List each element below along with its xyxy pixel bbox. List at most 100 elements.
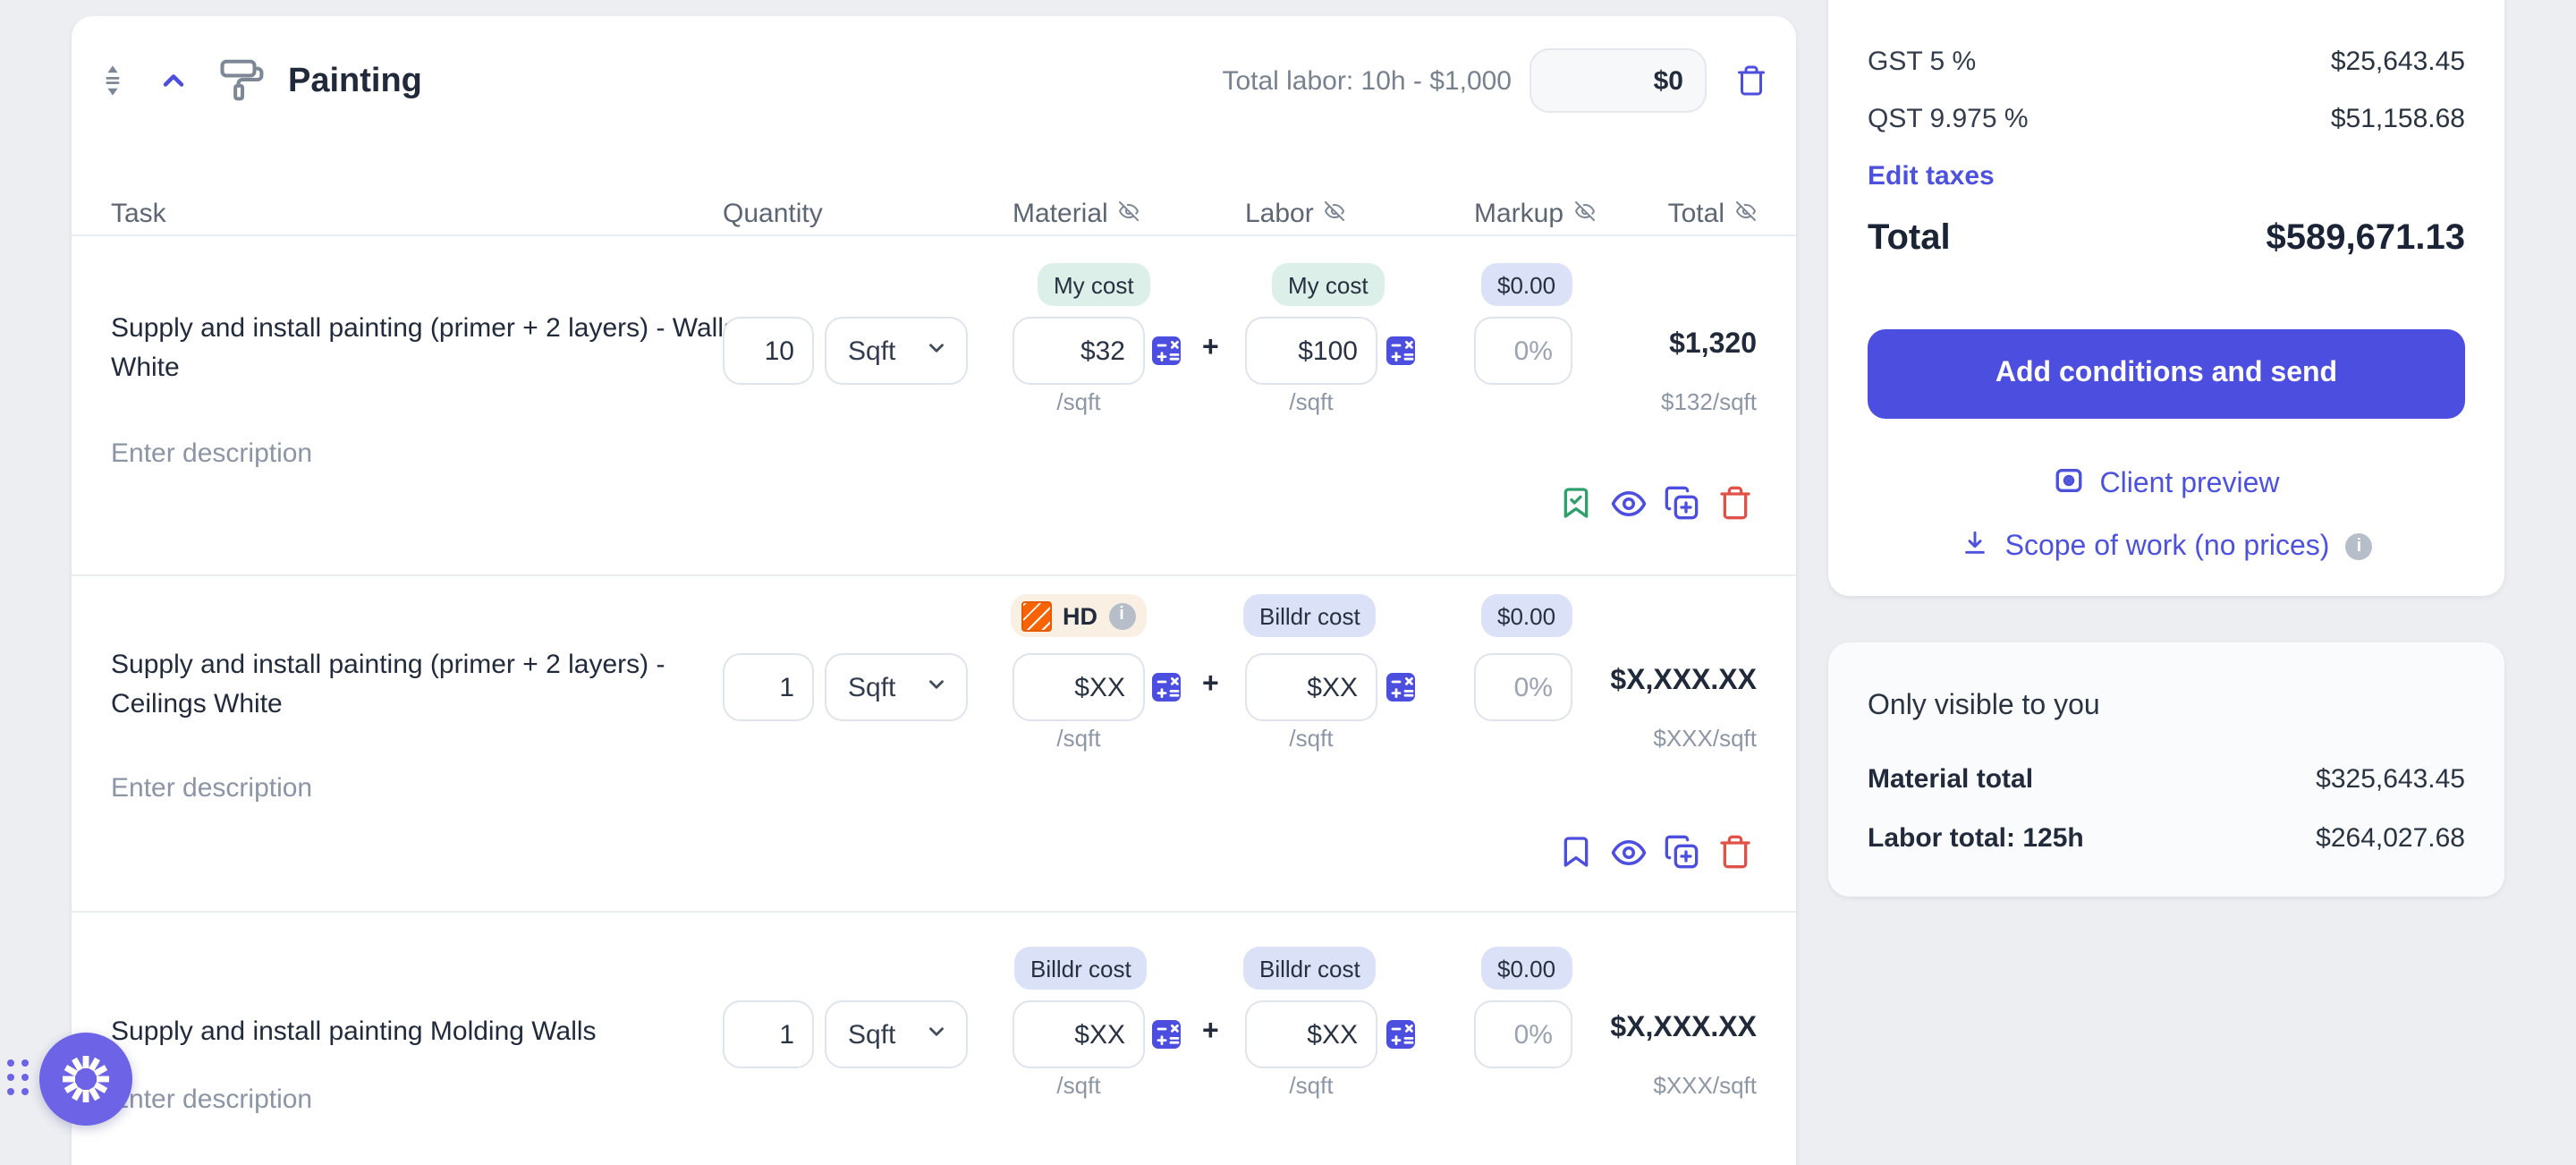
task-name[interactable]: Supply and install painting (primer + 2 … <box>111 310 741 388</box>
tax-row: GST 5 % $25,643.45 <box>1868 47 2465 77</box>
section-amount-input[interactable] <box>1530 48 1707 113</box>
calculator-icon[interactable] <box>1150 1018 1182 1050</box>
labor-source-badge[interactable]: My cost <box>1272 263 1385 306</box>
eye-off-icon[interactable] <box>1574 199 1596 229</box>
tax-value: $25,643.45 <box>2330 47 2465 77</box>
labor-source-badge[interactable]: Billdr cost <box>1243 947 1377 990</box>
assistant-floating-button[interactable] <box>39 1033 132 1126</box>
markup-percent-input[interactable] <box>1474 1000 1572 1068</box>
bookmark-check-icon[interactable] <box>1558 485 1594 530</box>
info-icon[interactable]: i <box>1108 602 1135 629</box>
markup-percent-input[interactable] <box>1474 653 1572 721</box>
calculator-icon[interactable] <box>1385 671 1417 703</box>
task-name[interactable]: Supply and install painting (primer + 2 … <box>111 646 741 725</box>
row-total-per-unit: $XXX/sqft <box>1653 1072 1757 1099</box>
material-cost-input[interactable] <box>1013 1000 1145 1068</box>
labor-cost-input[interactable] <box>1245 1000 1377 1068</box>
eye-icon[interactable] <box>1610 834 1648 880</box>
labor-cost-input[interactable] <box>1245 317 1377 385</box>
chevron-down-icon <box>925 1019 948 1050</box>
calculator-icon[interactable] <box>1385 335 1417 367</box>
delete-row-trash-icon[interactable] <box>1717 834 1753 879</box>
labor-total-row: Labor total: 125h $264,027.68 <box>1868 823 2465 854</box>
markup-percent-input[interactable] <box>1474 317 1572 385</box>
bookmark-icon[interactable] <box>1558 834 1594 879</box>
duplicate-icon[interactable] <box>1664 485 1699 530</box>
page: Painting Total labor: 10h - $1,000 Task … <box>0 0 2576 1165</box>
eye-off-icon[interactable] <box>1119 199 1140 229</box>
client-preview-link[interactable]: Client preview <box>1828 465 2504 505</box>
labor-total-label: Labor total: 125h <box>1868 823 2084 854</box>
unit-select[interactable]: Sqft <box>825 1000 968 1068</box>
total-label: Total <box>1868 218 1951 258</box>
row-total-amount: $X,XXX.XX <box>1610 666 1757 696</box>
delete-section-trash-icon[interactable] <box>1735 64 1767 106</box>
delete-row-trash-icon[interactable] <box>1717 485 1753 530</box>
description-placeholder[interactable]: Enter description <box>111 1084 312 1115</box>
material-cost-input[interactable] <box>1013 653 1145 721</box>
unit-select[interactable]: Sqft <box>825 653 968 721</box>
column-header-labor: Labor <box>1245 199 1346 229</box>
add-conditions-and-send-button[interactable]: Add conditions and send <box>1868 329 2465 419</box>
material-total-row: Material total $325,643.45 <box>1868 764 2465 795</box>
private-card-title: Only visible to you <box>1868 691 2100 721</box>
column-header-quantity: Quantity <box>723 199 823 229</box>
material-source-badge[interactable]: Billdr cost <box>1014 947 1148 990</box>
markup-amount-badge: $0.00 <box>1481 594 1572 637</box>
material-per-unit: /sqft <box>1056 725 1101 752</box>
estimate-section-card: Painting Total labor: 10h - $1,000 Task … <box>72 16 1796 1165</box>
eye-off-icon[interactable] <box>1325 199 1346 229</box>
section-total-labor: Total labor: 10h - $1,000 <box>1222 66 1512 97</box>
subtotal-row: Subtotal $512,869.00 <box>1868 0 2465 4</box>
calculator-icon[interactable] <box>1385 1018 1417 1050</box>
chevron-down-icon <box>925 672 948 702</box>
material-source-badge-home-depot[interactable]: HD i <box>1011 594 1146 637</box>
calculator-icon[interactable] <box>1150 671 1182 703</box>
labor-per-unit: /sqft <box>1289 388 1334 415</box>
task-name[interactable]: Supply and install painting Molding Wall… <box>111 1013 597 1052</box>
edit-taxes-link[interactable]: Edit taxes <box>1868 161 1995 191</box>
material-per-unit: /sqft <box>1056 1072 1101 1099</box>
download-icon <box>1961 528 1989 565</box>
plus-operator: + <box>1202 333 1219 363</box>
tax-label: GST 5 % <box>1868 47 1977 77</box>
material-source-badge[interactable]: My cost <box>1038 263 1150 306</box>
material-total-value: $325,643.45 <box>2316 764 2465 795</box>
column-header-task: Task <box>111 199 166 229</box>
row-total-amount: $1,320 <box>1669 329 1757 360</box>
labor-per-unit: /sqft <box>1289 725 1334 752</box>
markup-amount-badge: $0.00 <box>1481 947 1572 990</box>
private-totals-card: Only visible to you Material total $325,… <box>1828 642 2504 897</box>
widget-drag-handle-dots[interactable] <box>7 1059 29 1095</box>
description-placeholder[interactable]: Enter description <box>111 773 312 804</box>
collapse-section-chevron-up-icon[interactable] <box>157 64 190 106</box>
table-row: Supply and install painting (primer + 2 … <box>72 576 1796 913</box>
total-value: $589,671.13 <box>2266 218 2465 258</box>
calculator-icon[interactable] <box>1150 335 1182 367</box>
description-placeholder[interactable]: Enter description <box>111 438 312 469</box>
quantity-input[interactable] <box>723 1000 814 1068</box>
subtotal-label: Subtotal <box>1868 0 1982 4</box>
eye-off-icon[interactable] <box>1735 199 1757 229</box>
column-header-material: Material <box>1013 199 1140 229</box>
info-icon[interactable]: i <box>2345 533 2373 560</box>
chevron-down-icon <box>925 336 948 366</box>
quote-summary-card: Subtotal $512,869.00 GST 5 % $25,643.45 … <box>1828 0 2504 596</box>
row-total-per-unit: $132/sqft <box>1661 388 1757 415</box>
labor-cost-input[interactable] <box>1245 653 1377 721</box>
section-title: Painting <box>288 63 422 100</box>
unit-select[interactable]: Sqft <box>825 317 968 385</box>
material-cost-input[interactable] <box>1013 317 1145 385</box>
row-total-amount: $X,XXX.XX <box>1610 1013 1757 1043</box>
tax-label: QST 9.975 % <box>1868 104 2029 134</box>
quantity-input[interactable] <box>723 653 814 721</box>
labor-source-badge[interactable]: Billdr cost <box>1243 594 1377 637</box>
eye-icon[interactable] <box>1610 485 1648 531</box>
duplicate-icon[interactable] <box>1664 834 1699 879</box>
quantity-input[interactable] <box>723 317 814 385</box>
section-drag-handle-icon[interactable] <box>100 61 125 109</box>
labor-per-unit: /sqft <box>1289 1072 1334 1099</box>
tax-row: QST 9.975 % $51,158.68 <box>1868 104 2465 134</box>
scope-of-work-link[interactable]: Scope of work (no prices) i <box>1828 528 2504 565</box>
starburst-icon <box>63 1056 109 1102</box>
